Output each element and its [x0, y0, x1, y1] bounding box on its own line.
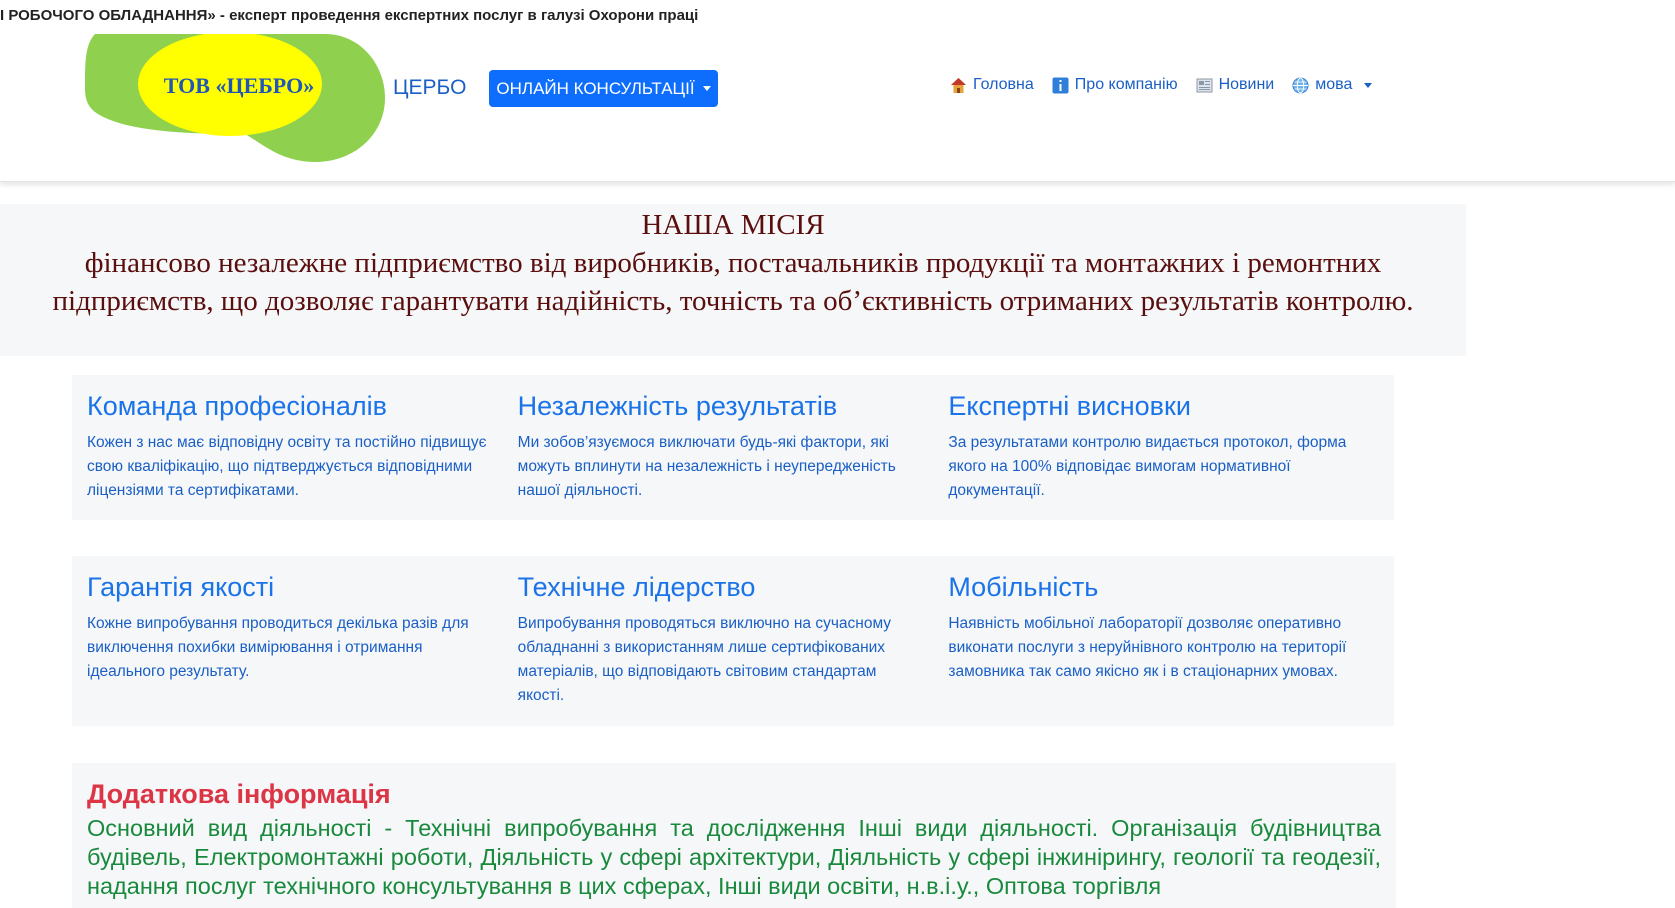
marquee-banner: І РОБОЧОГО ОБЛАДНАННЯ» - експерт проведе…: [0, 7, 699, 24]
features-card-2: Гарантія якості Кожне випробування прово…: [72, 556, 1394, 726]
feature-title: Гарантія якості: [87, 572, 275, 602]
mission-section: НАША МІСІЯ фінансово незалежне підприємс…: [0, 204, 1466, 356]
globe-icon: [1292, 77, 1309, 94]
logo-text: ТОВ «ЦЕБРО»: [163, 73, 315, 98]
feature-item: Експертні висновки За результатами контр…: [948, 389, 1379, 503]
nav-news[interactable]: Новини: [1196, 76, 1275, 94]
newspaper-icon: [1196, 77, 1213, 94]
feature-text: Випробування проводяться виключно на суч…: [517, 615, 892, 704]
feature-title: Експертні висновки: [948, 391, 1191, 421]
additional-info-text: Основний вид діяльності - Технічні випро…: [87, 815, 1381, 899]
nav-language-label: мова: [1315, 76, 1353, 93]
feature-text: Наявність мобільної лабораторії дозволяє…: [948, 615, 1347, 680]
nav-home[interactable]: Головна: [950, 76, 1034, 94]
feature-text: Кожне випробування проводиться декілька …: [87, 615, 469, 680]
nav-about-label: Про компанію: [1074, 76, 1178, 93]
online-consultations-dropdown[interactable]: ОНЛАЙН КОНСУЛЬТАЦІЇ: [489, 70, 718, 107]
additional-info-section: Додаткова інформація Основний вид діяльн…: [72, 763, 1396, 908]
features-card-1: Команда професіоналів Кожен з нас має ві…: [72, 375, 1394, 520]
feature-item: Команда професіоналів Кожен з нас має ві…: [87, 389, 518, 503]
info-icon: [1052, 77, 1069, 94]
additional-info-title: Додаткова інформація: [87, 779, 391, 809]
top-navbar: ТОВ «ЦЕБРО» ЦЕРБО ОНЛАЙН КОНСУЛЬТАЦІЇ Го…: [0, 34, 1675, 182]
feature-item: Мобільність Наявність мобільної лаборато…: [948, 570, 1379, 708]
mission-text: фінансово незалежне підприємство від вир…: [52, 247, 1414, 317]
nav-about[interactable]: Про компанію: [1052, 76, 1178, 94]
feature-text: За результатами контролю видається прото…: [948, 434, 1347, 499]
feature-item: Незалежність результатів Ми зобов’язуємо…: [518, 389, 949, 503]
feature-item: Гарантія якості Кожне випробування прово…: [87, 570, 518, 708]
house-icon: [950, 77, 967, 94]
feature-title: Мобільність: [948, 572, 1099, 602]
brand-link[interactable]: ЦЕРБО: [393, 76, 466, 100]
consult-button-label: ОНЛАЙН КОНСУЛЬТАЦІЇ: [496, 78, 695, 98]
feature-item: Технічне лідерство Випробування проводят…: [518, 570, 949, 708]
feature-title: Незалежність результатів: [517, 391, 838, 421]
feature-text: Кожен з нас має відповідну освіту та пос…: [87, 434, 487, 499]
nav-home-label: Головна: [973, 76, 1034, 93]
feature-title: Команда професіоналів: [87, 391, 387, 421]
nav-language-dropdown[interactable]: мова: [1292, 76, 1373, 94]
main-nav: Головна Про компанію Новини мова: [950, 76, 1373, 94]
company-logo[interactable]: ТОВ «ЦЕБРО»: [85, 34, 385, 162]
nav-news-label: Новини: [1218, 76, 1275, 93]
feature-text: Ми зобов’язуємося виключати будь-які фак…: [517, 434, 896, 499]
caret-down-icon: [1364, 82, 1373, 88]
caret-down-icon: [702, 86, 711, 91]
mission-title: НАША МІСІЯ: [641, 209, 825, 241]
feature-title: Технічне лідерство: [517, 572, 756, 602]
